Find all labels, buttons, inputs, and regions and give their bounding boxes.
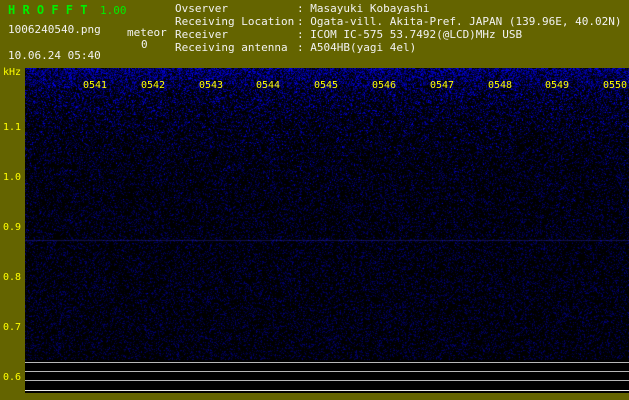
hrofft-screen: H R O F F T 1.00 1006240540.png meteor 0…: [0, 0, 629, 400]
time-tick-label: 0550: [586, 80, 629, 91]
time-tick-label: 0546: [355, 80, 413, 91]
freq-tick-label: 0.9: [3, 222, 21, 234]
station-info: Ovserver : Masayuki Kobayashi Receiving …: [175, 2, 622, 54]
station-row-receiver: Receiver : ICOM IC-575 53.7492(@LCD)MHz …: [175, 28, 622, 41]
time-tick-label: 0541: [66, 80, 124, 91]
station-label: Receiving antenna: [175, 41, 297, 54]
station-row-location: Receiving Location : Ogata-vill. Akita-P…: [175, 15, 622, 28]
spectrogram-noise: [25, 68, 629, 393]
station-row-antenna: Receiving antenna : A504HB(yagi 4el): [175, 41, 622, 54]
time-tick-label: 0549: [528, 80, 586, 91]
freq-tick-label: 1.1: [3, 122, 21, 134]
freq-tick-label: 0.8: [3, 272, 21, 284]
level-grid-line: [25, 371, 629, 372]
level-baseline: [25, 390, 629, 391]
station-label: Ovserver: [175, 2, 297, 15]
time-tick-label: 0544: [239, 80, 297, 91]
time-tick-label: 0542: [124, 80, 182, 91]
time-tick-label: 0543: [182, 80, 240, 91]
capture-timestamp: 10.06.24 05:40: [8, 49, 101, 62]
time-tick-label: 0547: [413, 80, 471, 91]
freq-tick-label: 0.7: [3, 322, 21, 334]
output-filename: 1006240540.png: [8, 23, 101, 36]
freq-axis-unit: kHz: [3, 67, 21, 79]
app-version: 1.00: [100, 4, 127, 17]
app-title: H R O F F T: [8, 3, 87, 17]
station-label: Receiving Location: [175, 15, 297, 28]
time-tick-label: 0545: [297, 80, 355, 91]
freq-tick-label: 1.0: [3, 172, 21, 184]
station-value: : A504HB(yagi 4el): [297, 41, 416, 54]
station-label: Receiver: [175, 28, 297, 41]
level-grid-line: [25, 380, 629, 381]
spectrogram-plot: 0541 0542 0543 0544 0545 0546 0547 0548 …: [25, 68, 629, 393]
level-grid-line: [25, 362, 629, 363]
time-tick-label: 0548: [471, 80, 529, 91]
station-row-observer: Ovserver : Masayuki Kobayashi: [175, 2, 622, 15]
freq-tick-label: 0.6: [3, 372, 21, 384]
station-value: : Masayuki Kobayashi: [297, 2, 429, 15]
station-value: : Ogata-vill. Akita-Pref. JAPAN (139.96E…: [297, 15, 622, 28]
meteor-count: 0: [141, 38, 148, 51]
station-value: : ICOM IC-575 53.7492(@LCD)MHz USB: [297, 28, 522, 41]
